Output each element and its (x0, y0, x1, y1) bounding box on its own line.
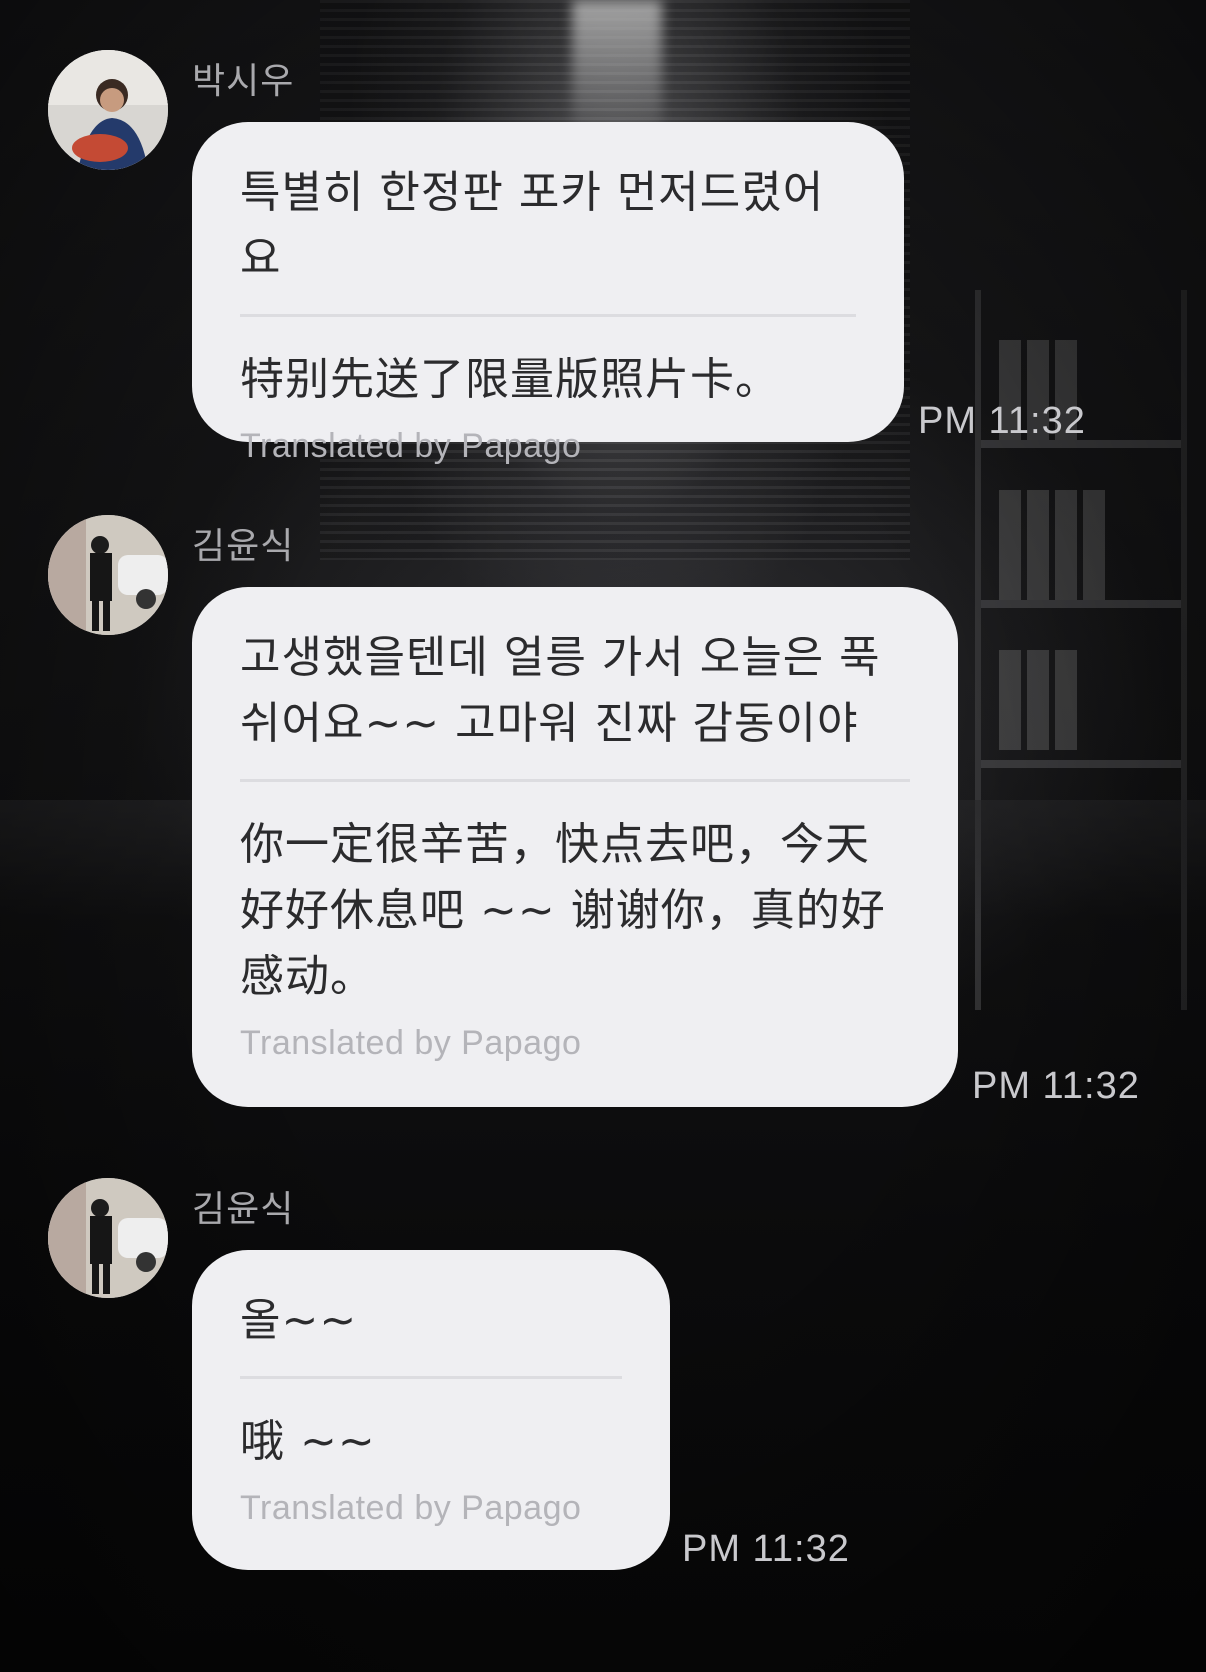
message-bubble[interactable]: 고생했을텐데 얼릉 가서 오늘은 푹쉬어요~~ 고마워 진짜 감동이야 你一定很… (192, 587, 958, 1107)
message-timestamp: PM 11:32 (972, 1065, 1140, 1107)
avatar[interactable] (48, 50, 168, 170)
translated-text: 特别先送了限量版照片卡。 (240, 354, 780, 405)
original-text: 특별히 한정판 포카 먼저드렸어요 (240, 167, 825, 284)
translated-text: 哦 ~~ (240, 1416, 376, 1467)
message-bubble[interactable]: 올~~ 哦 ~~ Translated by Papago (192, 1250, 670, 1570)
profile-photo-icon (48, 515, 168, 635)
profile-photo-icon (48, 50, 168, 170)
original-text: 올~~ (240, 1295, 358, 1346)
translation-credit: Translated by Papago (240, 1024, 582, 1062)
avatar[interactable] (48, 1178, 168, 1298)
message-timestamp: PM 11:32 (682, 1528, 850, 1570)
message-bubble[interactable]: 특별히 한정판 포카 먼저드렸어요 特别先送了限量版照片卡。 Translate… (192, 122, 904, 465)
avatar[interactable] (48, 515, 168, 635)
message-timestamp: PM 11:32 (918, 400, 1086, 442)
translation-divider (240, 779, 910, 782)
profile-photo-icon (48, 1178, 168, 1298)
translation-divider (240, 1376, 622, 1379)
translation-credit: Translated by Papago (240, 427, 582, 465)
sender-name: 박시우 (192, 61, 295, 102)
original-text: 고생했을텐데 얼릉 가서 오늘은 푹쉬어요~~ 고마워 진짜 감동이야 (240, 632, 881, 749)
translated-text: 你一定很辛苦，快点去吧，今天好好休息吧 ~~ 谢谢你，真的好感动。 (240, 819, 886, 1002)
sender-name: 김윤식 (192, 526, 295, 567)
translation-credit: Translated by Papago (240, 1489, 582, 1527)
translation-divider (240, 314, 856, 317)
sender-name: 김윤식 (192, 1189, 295, 1230)
